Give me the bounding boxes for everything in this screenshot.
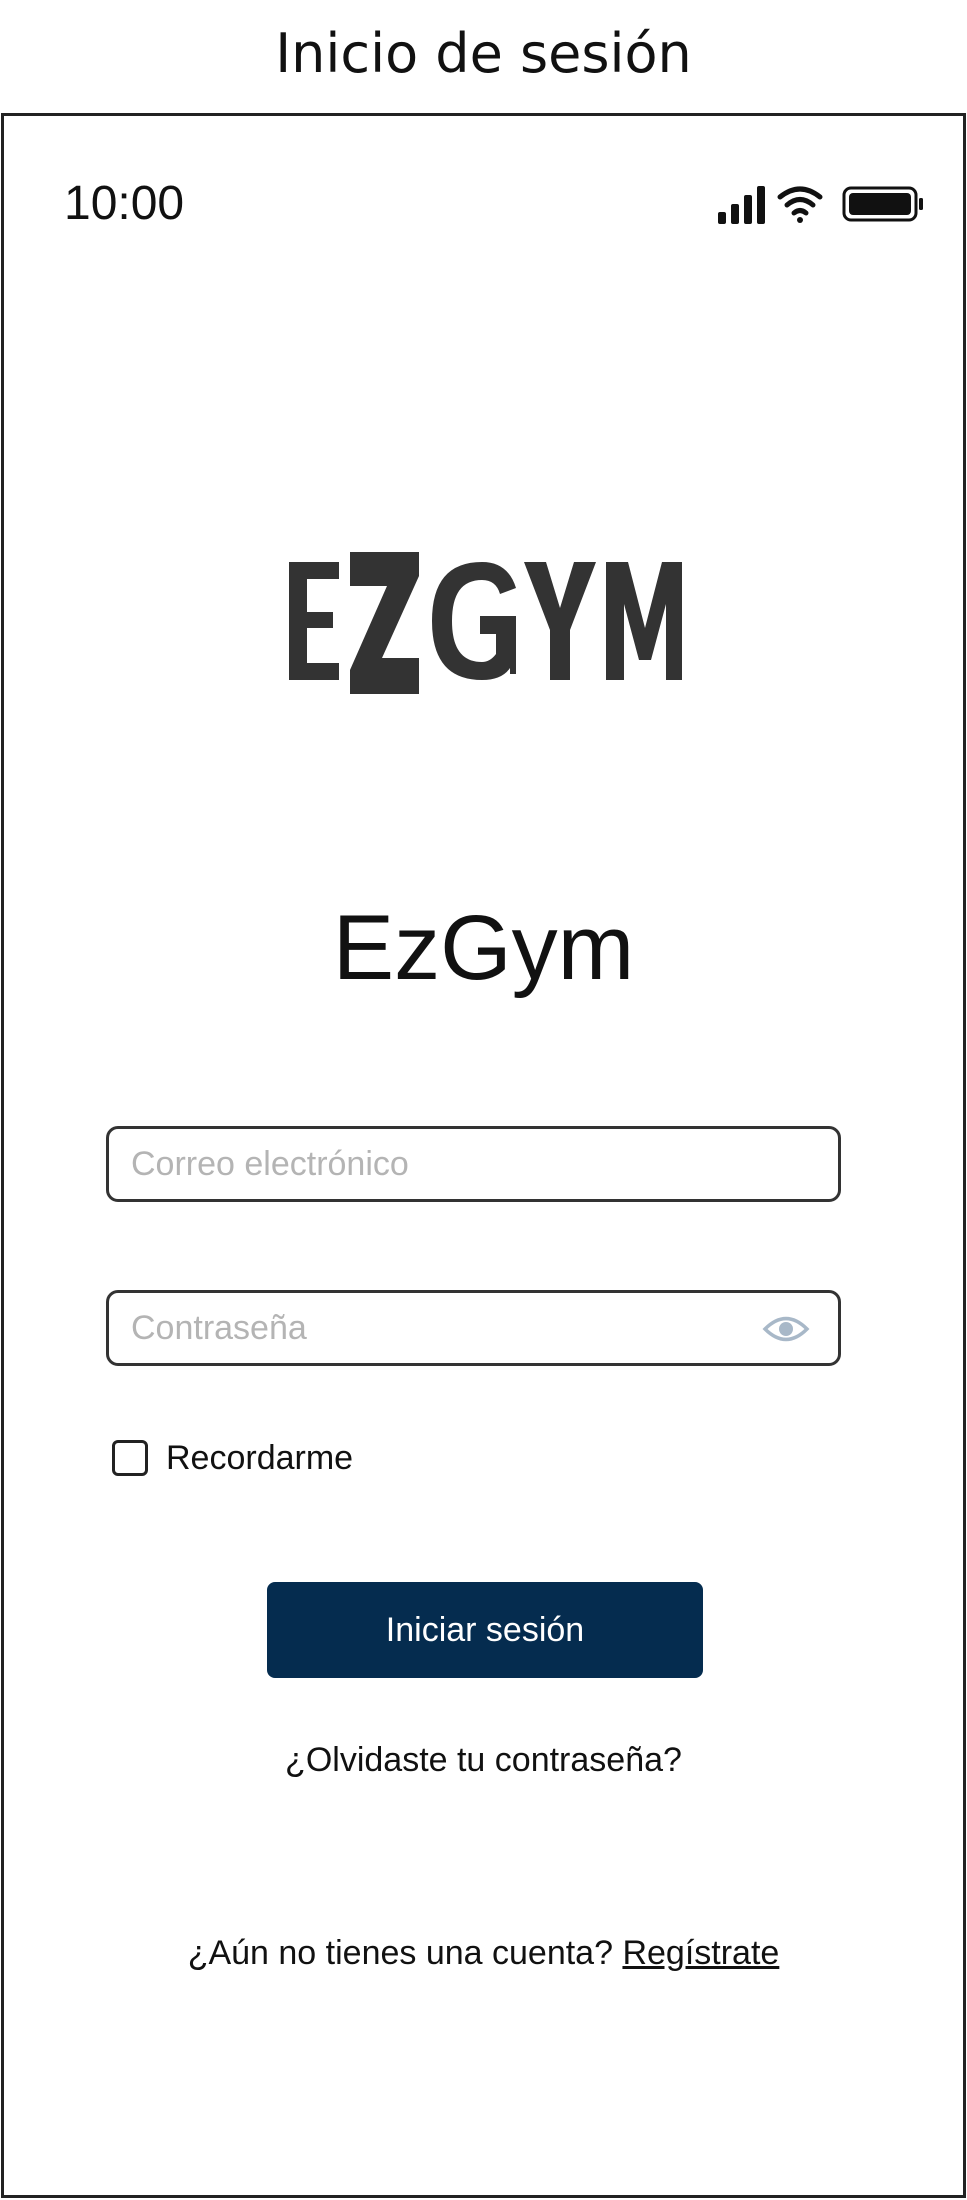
signup-link[interactable]: Regístrate bbox=[622, 1934, 779, 1972]
status-icons bbox=[718, 186, 923, 224]
wifi-icon bbox=[777, 186, 823, 223]
phone-screen: 10:00 EzGym Correo electrónico Recordarm… bbox=[1, 113, 966, 2198]
password-field[interactable] bbox=[106, 1290, 841, 1366]
email-input[interactable] bbox=[131, 1129, 731, 1199]
forgot-password-link[interactable]: ¿Olvidaste tu contraseña? bbox=[4, 1741, 963, 1780]
password-input[interactable] bbox=[131, 1293, 731, 1363]
status-time: 10:00 bbox=[64, 177, 185, 230]
remember-me[interactable]: Recordarme bbox=[112, 1436, 353, 1480]
login-button[interactable]: Iniciar sesión bbox=[267, 1582, 703, 1678]
email-field[interactable] bbox=[106, 1126, 841, 1202]
page-title: Inicio de sesión bbox=[275, 22, 692, 85]
signup-prompt: ¿Aún no tienes una cuenta? bbox=[187, 1934, 623, 1972]
signup-row: ¿Aún no tienes una cuenta? Regístrate bbox=[4, 1934, 963, 1973]
remember-label: Recordarme bbox=[166, 1438, 354, 1477]
app-name: EzGym bbox=[332, 897, 635, 999]
remember-checkbox[interactable] bbox=[112, 1440, 148, 1476]
battery-icon bbox=[842, 186, 923, 222]
eye-icon[interactable] bbox=[762, 1312, 810, 1346]
ezgym-logo bbox=[289, 552, 682, 694]
signal-icon bbox=[718, 186, 765, 224]
